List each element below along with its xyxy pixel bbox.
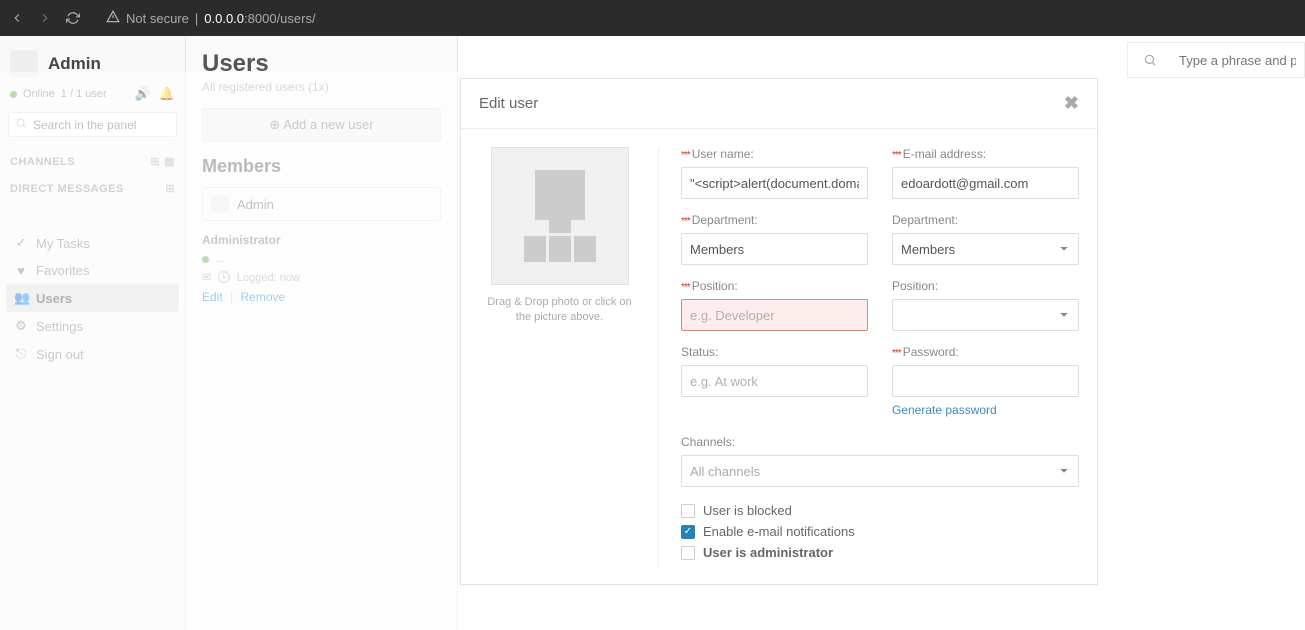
status-count: 1 / 1 user	[61, 88, 107, 100]
member-row[interactable]: Admin	[202, 187, 441, 221]
dm-section-label: DIRECT MESSAGES	[10, 183, 124, 195]
top-search-input[interactable]	[1171, 42, 1305, 78]
plus-icon: ⊕	[269, 117, 280, 132]
department-field[interactable]	[681, 233, 868, 265]
url-host: 0.0.0.0	[204, 11, 244, 26]
administrator-label: Administrator	[202, 233, 441, 247]
is-admin-checkbox[interactable]	[681, 546, 695, 560]
page-subtitle: All registered users (1x)	[202, 80, 441, 94]
label-position: Position:	[692, 279, 738, 293]
channels-section-label: CHANNELS	[10, 156, 75, 168]
top-search-button[interactable]	[1127, 42, 1171, 78]
user-blocked-label: User is blocked	[703, 503, 792, 518]
status-dot-icon	[10, 91, 17, 98]
volume-icon[interactable]: 🔊	[135, 86, 151, 102]
position-field[interactable]	[681, 299, 868, 331]
image-placeholder-icon	[524, 170, 596, 262]
label-email: E-mail address:	[903, 147, 986, 161]
browser-reload-button[interactable]	[64, 9, 82, 27]
avatar[interactable]	[10, 50, 38, 78]
clock-icon: 🕒	[217, 271, 231, 284]
browser-forward-button[interactable]	[36, 9, 54, 27]
position-select[interactable]	[892, 299, 1079, 331]
edit-link[interactable]: Edit	[202, 290, 223, 304]
member-name: Admin	[237, 197, 274, 212]
channel-settings-icon[interactable]: ▦	[164, 155, 175, 168]
users-panel: Users All registered users (1x) ⊕ Add a …	[186, 36, 458, 630]
sidebar-search-input[interactable]	[33, 118, 188, 132]
status-text: ...	[215, 253, 224, 265]
generate-password-link[interactable]: Generate password	[892, 403, 997, 417]
url-path: :8000/users/	[244, 11, 316, 26]
label-channels: Channels:	[681, 435, 735, 449]
user-blocked-checkbox[interactable]	[681, 504, 695, 518]
email-notif-label: Enable e-mail notifications	[703, 524, 855, 539]
logged-label: Logged: now	[237, 272, 300, 284]
add-user-button[interactable]: ⊕ Add a new user	[202, 108, 441, 142]
edit-user-modal: Edit user ✖ Drag & Drop photo or click o…	[460, 78, 1098, 585]
is-admin-label: User is administrator	[703, 545, 833, 560]
modal-title: Edit user	[479, 95, 538, 112]
members-header: Members	[202, 156, 441, 177]
mail-icon: ✉	[202, 271, 211, 284]
gear-icon: ⚙	[14, 318, 28, 334]
sidebar: Admin Online 1 / 1 user 🔊 🔔 CHANNELS ⊞ ▦	[0, 36, 186, 630]
nav-favorites[interactable]: ♥ Favorites	[6, 257, 179, 284]
label-username: User name:	[692, 147, 754, 161]
check-icon: ✓	[14, 235, 28, 251]
bell-icon[interactable]: 🔔	[159, 86, 175, 102]
heart-icon: ♥	[14, 263, 28, 278]
channels-select[interactable]: All channels	[681, 455, 1079, 487]
current-user-name: Admin	[48, 54, 101, 74]
signout-icon: ⎋	[14, 346, 28, 362]
password-field[interactable]	[892, 365, 1079, 397]
photo-hint: Drag & Drop photo or click on the pictur…	[479, 295, 640, 326]
nav-my-tasks[interactable]: ✓ My Tasks	[6, 229, 179, 257]
label-password: Password:	[903, 345, 959, 359]
top-search	[1127, 36, 1305, 84]
email-notif-checkbox[interactable]: ✓	[681, 525, 695, 539]
status-online: Online	[23, 88, 55, 100]
search-icon	[15, 117, 27, 132]
remove-link[interactable]: Remove	[241, 290, 286, 304]
status-field[interactable]	[681, 365, 868, 397]
status-dot-icon	[202, 256, 209, 263]
nav-settings[interactable]: ⚙ Settings	[6, 312, 179, 340]
close-icon[interactable]: ✖	[1064, 93, 1079, 114]
nav-signout[interactable]: ⎋ Sign out	[6, 340, 179, 368]
label-position-select: Position:	[892, 279, 938, 293]
add-dm-icon[interactable]: ⊞	[165, 182, 175, 195]
label-department-select: Department:	[892, 213, 958, 227]
username-field[interactable]	[681, 167, 868, 199]
users-icon: 👥	[14, 290, 28, 306]
department-select[interactable]: Members	[892, 233, 1079, 265]
sidebar-search[interactable]	[8, 112, 177, 137]
not-secure-icon	[106, 10, 120, 27]
not-secure-label: Not secure	[126, 11, 189, 26]
email-field[interactable]	[892, 167, 1079, 199]
photo-dropzone[interactable]	[491, 147, 629, 285]
label-status: Status:	[681, 345, 718, 359]
label-department: Department:	[692, 213, 758, 227]
nav-users[interactable]: 👥 Users	[6, 284, 179, 312]
add-channel-icon[interactable]: ⊞	[150, 155, 160, 168]
browser-back-button[interactable]	[8, 9, 26, 27]
page-title: Users	[202, 50, 441, 78]
browser-chrome: Not secure | 0.0.0.0:8000/users/	[0, 0, 1305, 36]
member-avatar	[211, 195, 229, 213]
